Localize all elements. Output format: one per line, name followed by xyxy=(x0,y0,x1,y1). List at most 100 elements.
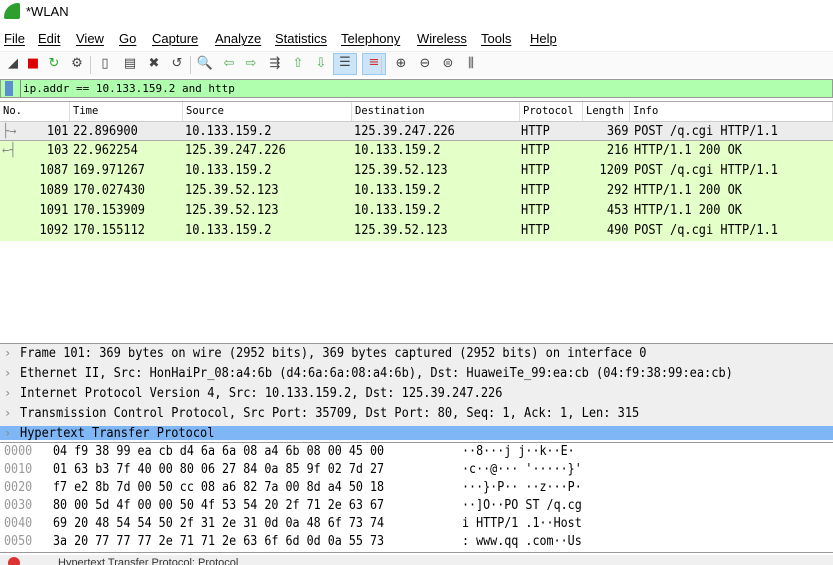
window-title: *WLAN xyxy=(26,4,69,19)
byte-hex[interactable]: 80 00 5d 4f 00 00 50 4f 53 54 20 2f 71 2… xyxy=(53,498,384,513)
cell-dst: 125.39.52.123 xyxy=(354,163,448,178)
cell-no: 103 xyxy=(46,143,68,158)
expand-arrow-icon[interactable]: › xyxy=(4,426,11,440)
toolbar-separator xyxy=(90,56,91,74)
packet-row[interactable]: 101 22.896900 10.133.159.2 125.39.247.226 HT… xyxy=(0,121,833,141)
cell-time: 22.896900 xyxy=(73,124,138,139)
menu-capture[interactable]: Capture xyxy=(152,31,198,46)
column-header-time[interactable]: Time xyxy=(70,102,183,121)
packet-row[interactable]: 1087 169.971267 10.133.159.2 125.39.52.123 H… xyxy=(0,161,833,181)
autoscroll-icon[interactable]: ☰ xyxy=(333,53,357,75)
restart-capture-icon[interactable]: ↻ xyxy=(45,55,63,73)
byte-ascii[interactable]: ···}·P·· ··z···P· xyxy=(462,480,582,495)
go-first-icon[interactable]: ⇧ xyxy=(289,55,307,73)
cell-dst: 125.39.52.123 xyxy=(354,223,448,238)
cell-time: 169.971267 xyxy=(73,163,146,178)
detail-item[interactable]: › Ethernet II, Src: HonHaiPr_08:a4:6b (d4… xyxy=(0,366,833,386)
cell-time: 170.153909 xyxy=(73,203,146,218)
byte-hex[interactable]: 04 f9 38 99 ea cb d4 6a 6a 08 a4 6b 08 0… xyxy=(53,444,384,459)
menu-statistics[interactable]: Statistics xyxy=(275,31,327,46)
zoom-out-icon[interactable]: ⊖ xyxy=(416,55,434,73)
byte-hex[interactable]: 01 63 b3 7f 40 00 80 06 27 84 0a 85 9f 0… xyxy=(53,462,384,477)
capture-options-icon[interactable]: ⚙ xyxy=(68,55,86,73)
open-file-icon[interactable]: ▯ xyxy=(96,55,114,73)
cell-dst: 10.133.159.2 xyxy=(354,143,441,158)
detail-text: Internet Protocol Version 4, Src: 10.133… xyxy=(20,386,503,401)
reload-file-icon[interactable]: ↺ xyxy=(168,55,186,73)
detail-item[interactable]: › Transmission Control Protocol, Src Port… xyxy=(0,406,833,426)
menu-edit[interactable]: Edit xyxy=(38,31,60,46)
zoom-normal-icon[interactable]: ⊜ xyxy=(439,55,457,73)
detail-item[interactable]: › Internet Protocol Version 4, Src: 10.13… xyxy=(0,386,833,406)
menu-wireless[interactable]: Wireless xyxy=(417,31,467,46)
packet-row[interactable]: 1091 170.153909 125.39.52.123 10.133.159.2 H… xyxy=(0,201,833,221)
status-bar: Hypertext Transfer Protocol: Protocol xyxy=(0,555,833,565)
menu-go[interactable]: Go xyxy=(119,31,136,46)
byte-hex[interactable]: f7 e2 8b 7d 00 50 cc 08 a6 82 7a 00 8d a… xyxy=(53,480,384,495)
go-last-icon[interactable]: ⇩ xyxy=(312,55,330,73)
column-header-info[interactable]: Info xyxy=(630,102,833,121)
save-file-icon[interactable]: ▤ xyxy=(121,55,139,73)
go-to-packet-icon[interactable]: ⇶ xyxy=(266,55,284,73)
expand-arrow-icon[interactable]: › xyxy=(4,386,11,400)
cell-len: 369 xyxy=(606,124,628,139)
byte-offset: 0010 xyxy=(4,462,33,477)
menu-tools[interactable]: Tools xyxy=(481,31,511,46)
column-header-destination[interactable]: Destination xyxy=(352,102,520,121)
menu-telephony[interactable]: Telephony xyxy=(341,31,400,46)
cell-time: 170.155112 xyxy=(73,223,146,238)
display-filter-input[interactable] xyxy=(20,80,832,97)
detail-item[interactable]: › Hypertext Transfer Protocol xyxy=(0,426,833,440)
menu-view[interactable]: View xyxy=(76,31,104,46)
column-header-no[interactable]: No. xyxy=(0,102,70,121)
byte-ascii[interactable]: i HTTP/1 .1··Host xyxy=(462,516,582,531)
byte-ascii[interactable]: ··8···j j··k··E· xyxy=(462,444,575,459)
cell-time: 22.962254 xyxy=(73,143,138,158)
go-back-icon[interactable]: ⇦ xyxy=(220,55,238,73)
cell-src: 10.133.159.2 xyxy=(185,223,272,238)
detail-text: Frame 101: 369 bytes on wire (2952 bits)… xyxy=(20,346,647,361)
byte-ascii[interactable]: ··]O··PO ST /q.cg xyxy=(462,498,582,513)
byte-ascii[interactable]: ·c··@··· '·····}' xyxy=(462,462,582,477)
stop-capture-icon[interactable]: ■ xyxy=(24,55,42,73)
detail-text: Ethernet II, Src: HonHaiPr_08:a4:6b (d4:… xyxy=(20,366,733,381)
bytes-row: 0040 69 20 48 54 54 50 2f 31 2e 31 0d 0a … xyxy=(0,516,833,534)
column-header-length[interactable]: Length xyxy=(583,102,630,121)
packet-row[interactable]: 1092 170.155112 10.133.159.2 125.39.52.123 H… xyxy=(0,221,833,241)
cell-proto: HTTP xyxy=(521,163,550,178)
byte-hex[interactable]: 69 20 48 54 54 50 2f 31 2e 31 0d 0a 48 6… xyxy=(53,516,384,531)
expert-info-icon[interactable] xyxy=(8,557,20,565)
cell-proto: HTTP xyxy=(521,124,550,139)
shark-fin-start-icon[interactable]: ◢ xyxy=(4,55,22,73)
filter-bookmark-icon[interactable] xyxy=(5,81,13,96)
wireshark-logo-icon xyxy=(4,3,20,19)
cell-info: HTTP/1.1 200 OK xyxy=(634,203,743,218)
expand-arrow-icon[interactable]: › xyxy=(4,366,11,380)
detail-item[interactable]: › Frame 101: 369 bytes on wire (2952 bits… xyxy=(0,346,833,366)
menu-help[interactable]: Help xyxy=(530,31,557,46)
packet-row[interactable]: 103 22.962254 125.39.247.226 10.133.159.2 HT… xyxy=(0,141,833,161)
packet-row[interactable]: 1089 170.027430 125.39.52.123 10.133.159.2 H… xyxy=(0,181,833,201)
go-forward-icon[interactable]: ⇨ xyxy=(242,55,260,73)
cell-no: 1092 xyxy=(39,223,68,238)
colorize-icon[interactable]: ≡ xyxy=(362,53,386,75)
find-packet-icon[interactable]: 🔍 xyxy=(196,55,214,73)
cell-time: 170.027430 xyxy=(73,183,146,198)
cell-src: 125.39.52.123 xyxy=(185,183,279,198)
expand-arrow-icon[interactable]: › xyxy=(4,346,11,360)
menu-analyze[interactable]: Analyze xyxy=(215,31,261,46)
byte-offset: 0030 xyxy=(4,498,33,513)
expand-arrow-icon[interactable]: › xyxy=(4,406,11,420)
zoom-in-icon[interactable]: ⊕ xyxy=(392,55,410,73)
column-header-protocol[interactable]: Protocol xyxy=(520,102,583,121)
menu-file[interactable]: File xyxy=(4,31,25,46)
close-file-icon[interactable]: ✖ xyxy=(145,55,163,73)
byte-hex[interactable]: 3a 20 77 77 77 2e 71 71 2e 63 6f 6d 0d 0… xyxy=(53,534,384,549)
resize-columns-icon[interactable]: ⫼ xyxy=(462,55,480,73)
toolbar-separator xyxy=(190,56,191,74)
column-header-source[interactable]: Source xyxy=(183,102,352,121)
byte-offset: 0050 xyxy=(4,534,33,549)
packet-list: No. Time Source Destination Protocol Length In… xyxy=(0,101,833,340)
byte-ascii[interactable]: : www.qq .com··Us xyxy=(462,534,582,549)
cell-src: 125.39.247.226 xyxy=(185,143,286,158)
